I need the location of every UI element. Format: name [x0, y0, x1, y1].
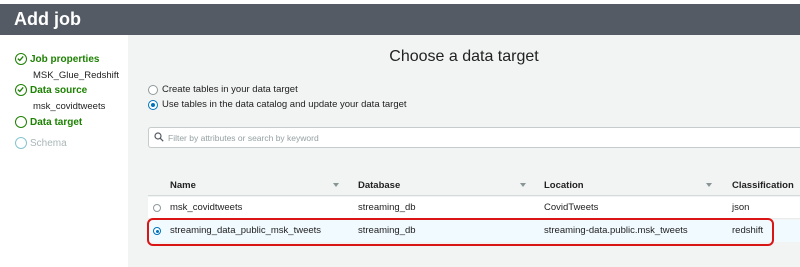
section-heading: Choose a data target	[389, 48, 539, 65]
column-header-location[interactable]: Location	[544, 180, 584, 191]
step-data-target[interactable]: Data target	[15, 115, 82, 129]
step-label: Data target	[30, 116, 83, 128]
step-label: Schema	[30, 137, 67, 149]
sort-down-icon[interactable]	[706, 183, 712, 187]
create-tables-radio[interactable]	[148, 84, 158, 95]
circle-icon	[15, 116, 27, 128]
cell-name: msk_covidtweets	[170, 202, 243, 213]
cell-database: streaming_db	[358, 202, 416, 213]
page-title: Add job	[14, 9, 81, 29]
use-catalog-tables-radio[interactable]	[148, 99, 158, 110]
row-select-radio[interactable]	[153, 204, 161, 212]
step-label: Data source	[30, 84, 88, 96]
option-use-catalog-tables[interactable]: Use tables in the data catalog and updat…	[148, 99, 407, 110]
sort-down-icon[interactable]	[520, 183, 526, 187]
column-header-database[interactable]: Database	[358, 180, 400, 191]
check-circle-icon	[15, 53, 27, 65]
table-row[interactable]: msk_covidtweets streaming_db CovidTweets…	[148, 197, 800, 219]
column-header-name[interactable]: Name	[170, 180, 196, 191]
filter-input[interactable]	[168, 132, 668, 143]
step-job-properties[interactable]: Job properties	[15, 52, 99, 66]
step-value-job-name: MSK_Glue_Redshift	[33, 70, 120, 81]
search-icon	[154, 129, 164, 147]
cell-location: CovidTweets	[544, 202, 599, 213]
page-header: Add job	[0, 4, 800, 35]
filter-box[interactable]	[148, 127, 800, 148]
step-value-source-table: msk_covidtweets	[33, 101, 106, 112]
circle-icon	[15, 137, 27, 149]
step-data-source[interactable]: Data source	[15, 83, 87, 97]
sort-down-icon[interactable]	[333, 183, 339, 187]
option-create-tables[interactable]: Create tables in your data target	[148, 84, 298, 95]
option-label: Use tables in the data catalog and updat…	[162, 99, 407, 110]
cell-classification: json	[732, 202, 750, 213]
step-label: Job properties	[30, 53, 100, 65]
column-header-classification[interactable]: Classification	[732, 180, 794, 191]
table-header-row: Name Database Location Classification	[148, 176, 800, 196]
wizard-steps-sidebar: Job properties MSK_Glue_Redshift Data so…	[0, 35, 128, 267]
option-label: Create tables in your data target	[162, 84, 298, 95]
check-circle-icon	[15, 84, 27, 96]
step-schema: Schema	[15, 136, 67, 150]
selection-highlight-box	[147, 218, 774, 246]
